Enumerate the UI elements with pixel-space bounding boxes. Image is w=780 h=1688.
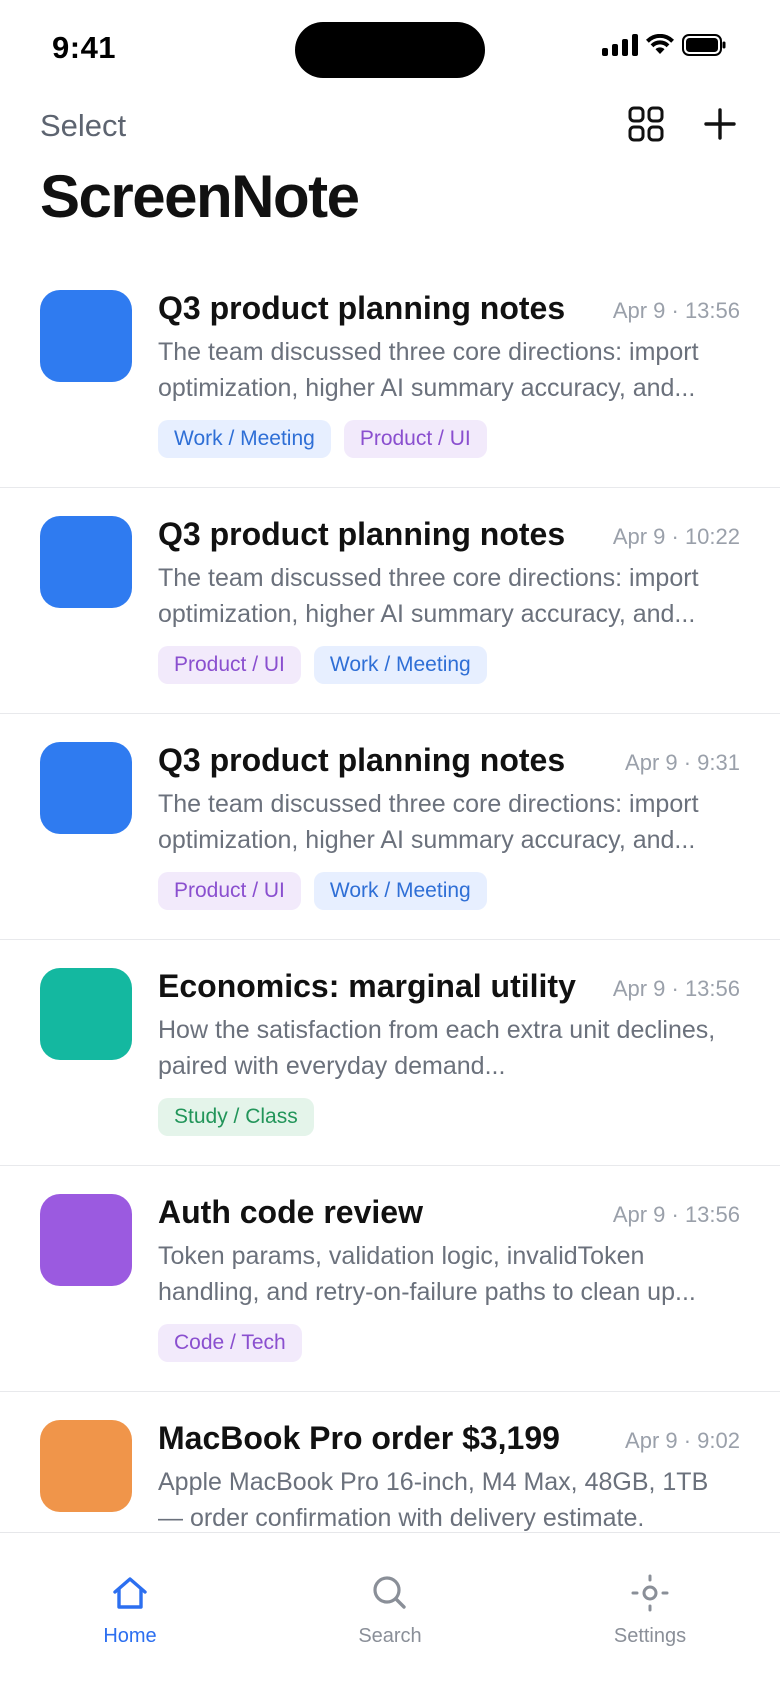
note-description: Apple MacBook Pro 16-inch, M4 Max, 48GB,… bbox=[158, 1468, 709, 1532]
note-timestamp: Apr 9 · 13:56 bbox=[612, 976, 740, 1001]
wifi-icon bbox=[646, 34, 674, 56]
note-list-item[interactable]: Q3 product planning notes Apr 9 · 13:56 Th… bbox=[0, 262, 780, 488]
tag-badge[interactable]: Product / UI bbox=[158, 646, 301, 684]
tab-search-label: Search bbox=[358, 1625, 422, 1647]
settings-icon bbox=[630, 1573, 670, 1615]
note-description: The team discussed three core directions… bbox=[158, 790, 699, 854]
tag-badge[interactable]: Work / Meeting bbox=[313, 872, 487, 910]
select-button[interactable]: Select bbox=[40, 108, 126, 144]
tab-home[interactable]: Home bbox=[50, 1533, 210, 1653]
note-description: Token params, validation logic, invalidT… bbox=[158, 1242, 696, 1306]
home-icon bbox=[110, 1573, 150, 1615]
note-description: The team discussed three core directions… bbox=[158, 564, 699, 628]
grid-view-button[interactable] bbox=[626, 104, 666, 144]
note-description: The team discussed three core directions… bbox=[158, 338, 699, 402]
note-tags: Product / UI Work / Meeting bbox=[158, 646, 487, 684]
note-title: Economics: marginal utility bbox=[158, 968, 576, 1004]
add-note-button[interactable] bbox=[700, 104, 740, 144]
tab-settings[interactable]: Settings bbox=[570, 1533, 730, 1653]
note-thumbnail bbox=[40, 968, 132, 1060]
note-list-item[interactable]: Economics: marginal utility Apr 9 · 13:56… bbox=[0, 940, 780, 1166]
note-list: Q3 product planning notes Apr 9 · 13:56 Th… bbox=[0, 262, 780, 1532]
note-timestamp: Apr 9 · 9:31 bbox=[625, 750, 740, 775]
note-tags: Study / Class bbox=[158, 1098, 314, 1136]
tag-badge[interactable]: Product / UI bbox=[158, 872, 301, 910]
tab-settings-label: Settings bbox=[613, 1625, 687, 1647]
note-tags: Work / Meeting Product / UI bbox=[158, 420, 487, 458]
tab-bar: Home Search Settings bbox=[0, 1532, 780, 1688]
note-title: Q3 product planning notes bbox=[158, 516, 566, 552]
note-title: MacBook Pro order $3,199 bbox=[158, 1420, 560, 1456]
tag-badge[interactable]: Work / Meeting bbox=[313, 646, 487, 684]
note-list-item[interactable]: Q3 product planning notes Apr 9 · 9:31 The… bbox=[0, 714, 780, 940]
tab-home-label: Home bbox=[103, 1625, 157, 1647]
tag-badge[interactable]: Product / UI bbox=[343, 420, 487, 458]
note-title: Auth code review bbox=[158, 1194, 423, 1230]
tag-badge[interactable]: Work / Meeting bbox=[158, 420, 331, 458]
note-thumbnail bbox=[40, 1420, 132, 1512]
status-time: 9:41 bbox=[52, 30, 117, 65]
status-bar: 9:41 bbox=[0, 0, 780, 100]
note-list-item[interactable]: Auth code review Apr 9 · 13:56 Token param… bbox=[0, 1166, 780, 1392]
note-timestamp: Apr 9 · 10:22 bbox=[612, 524, 740, 549]
note-title: Q3 product planning notes bbox=[158, 290, 566, 326]
note-list-item[interactable]: Q3 product planning notes Apr 9 · 10:22 Th… bbox=[0, 488, 780, 714]
note-thumbnail bbox=[40, 290, 132, 382]
dynamic-island bbox=[295, 22, 485, 78]
tab-search[interactable]: Search bbox=[310, 1533, 470, 1653]
note-thumbnail bbox=[40, 1194, 132, 1286]
cellular-signal-icon bbox=[602, 34, 638, 56]
note-list-item[interactable]: MacBook Pro order $3,199 Apr 9 · 9:02 Appl… bbox=[0, 1392, 780, 1532]
note-tags: Code / Tech bbox=[158, 1324, 302, 1362]
note-title: Q3 product planning notes bbox=[158, 742, 566, 778]
status-icons bbox=[602, 34, 726, 56]
plus-icon bbox=[704, 108, 736, 140]
note-tags: Product / UI Work / Meeting bbox=[158, 872, 487, 910]
search-icon bbox=[370, 1573, 410, 1615]
page-title: ScreenNote bbox=[40, 163, 360, 230]
grid-icon bbox=[628, 106, 664, 142]
note-timestamp: Apr 9 · 9:02 bbox=[625, 1428, 740, 1453]
tag-badge[interactable]: Study / Class bbox=[158, 1098, 314, 1136]
tag-badge[interactable]: Code / Tech bbox=[158, 1324, 302, 1362]
note-thumbnail bbox=[40, 742, 132, 834]
battery-icon bbox=[682, 34, 726, 56]
header: Select ScreenNote bbox=[0, 100, 780, 260]
note-thumbnail bbox=[40, 516, 132, 608]
note-timestamp: Apr 9 · 13:56 bbox=[612, 298, 740, 323]
note-timestamp: Apr 9 · 13:56 bbox=[612, 1202, 740, 1227]
note-description: How the satisfaction from each extra uni… bbox=[158, 1016, 716, 1080]
